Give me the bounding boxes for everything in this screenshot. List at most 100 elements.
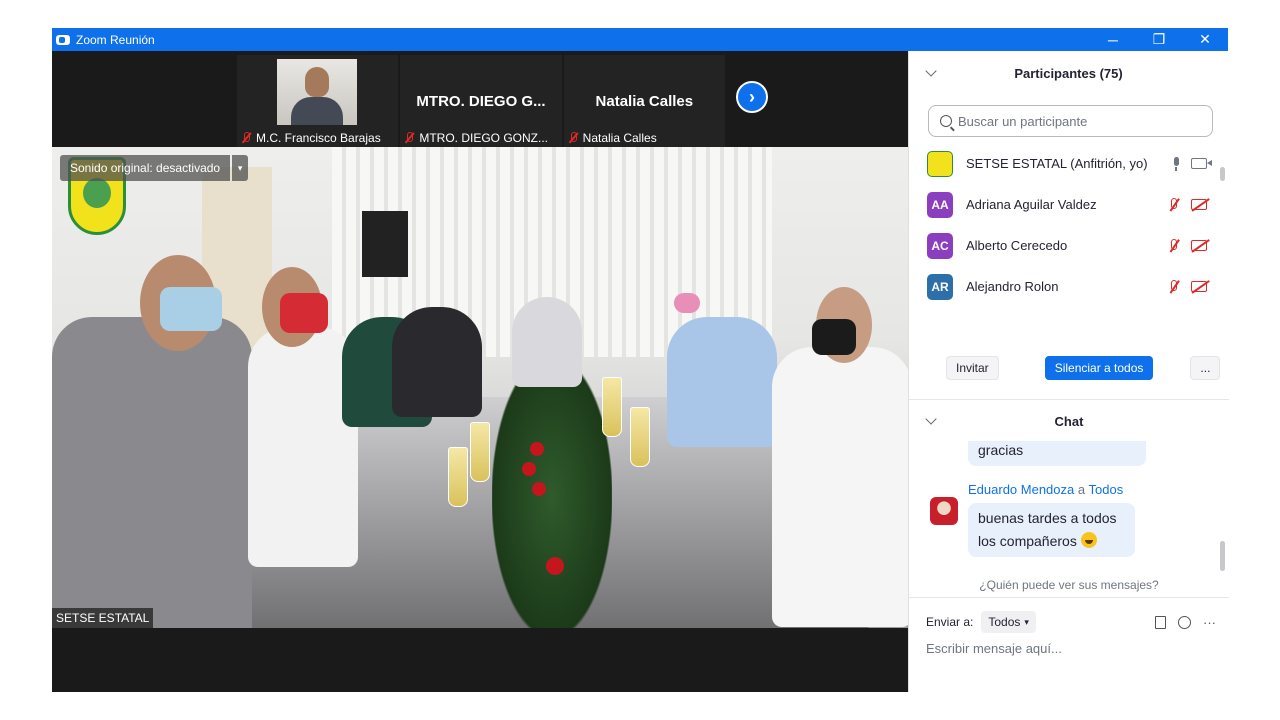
avatar: AA	[927, 191, 953, 218]
chat-scrollbar[interactable]	[1220, 541, 1225, 571]
person	[667, 317, 777, 447]
tile-caption-text: M.C. Francisco Barajas	[256, 131, 381, 145]
tile-caption: MTRO. DIEGO GONZ...	[402, 131, 548, 145]
next-page-arrow-icon[interactable]: ›	[736, 81, 768, 113]
search-icon	[940, 115, 952, 127]
send-to-select[interactable]: Todos ▾	[981, 611, 1036, 633]
mask	[160, 287, 222, 331]
collapse-chevron-icon[interactable]	[925, 65, 937, 77]
participant-row[interactable]: SETSE ESTATAL (Anfitrión, yo)	[909, 143, 1229, 184]
zoom-logo-icon	[56, 34, 70, 45]
send-to-value: Todos	[988, 615, 1021, 629]
mic-icon[interactable]	[1171, 156, 1181, 171]
participant-name: Adriana Aguilar Valdez	[966, 197, 1097, 212]
video-camera-icon[interactable]	[1191, 158, 1212, 169]
video-tile-diego[interactable]: MTRO. DIEGO G... MTRO. DIEGO GONZ...	[400, 55, 562, 147]
original-sound-toggle[interactable]: Sonido original: desactivado ▾	[60, 155, 249, 181]
video-tile-francisco[interactable]: M.C. Francisco Barajas	[237, 55, 399, 147]
speaker	[362, 211, 408, 277]
chat-messages: gracias Eduardo Mendoza a Todos buenas t…	[909, 441, 1229, 569]
collapse-chevron-icon[interactable]	[925, 413, 937, 425]
video-area: M.C. Francisco Barajas MTRO. DIEGO G... …	[52, 51, 908, 692]
muted-mic-icon	[239, 131, 253, 145]
tile-caption: M.C. Francisco Barajas	[239, 131, 381, 145]
tile-caption-text: MTRO. DIEGO GONZ...	[419, 131, 548, 145]
participant-photo	[277, 59, 357, 125]
more-icon[interactable]: ···	[1203, 615, 1216, 630]
muted-mic-icon[interactable]	[1167, 279, 1181, 294]
chat-header: Chat	[909, 401, 1229, 441]
window-title: Zoom Reunión	[76, 32, 155, 47]
minimize-button[interactable]: ─	[1090, 28, 1136, 51]
mute-all-button[interactable]: Silenciar a todos	[1044, 356, 1154, 380]
participant-scrollbar[interactable]	[1220, 167, 1225, 181]
champagne-glass	[470, 422, 490, 482]
search-placeholder: Buscar un participante	[958, 113, 1088, 129]
participant-row[interactable]: AC Alberto Cerecedo	[909, 225, 1229, 266]
video-tile-natalia[interactable]: Natalia Calles Natalia Calles	[563, 55, 725, 147]
muted-mic-icon	[402, 131, 416, 145]
participant-search-input[interactable]: Buscar un participante	[928, 105, 1213, 137]
ornament	[530, 442, 544, 456]
chat-message-line: los compañeros	[978, 533, 1077, 549]
video-off-icon[interactable]	[1191, 240, 1207, 251]
participant-actions: Invitar Silenciar a todos ...	[909, 356, 1229, 380]
chat-sender[interactable]: Eduardo Mendoza	[968, 482, 1074, 497]
video-off-icon[interactable]	[1191, 281, 1207, 292]
close-button[interactable]: ✕	[1182, 28, 1228, 51]
participant-list: SETSE ESTATAL (Anfitrión, yo) AA Adriana…	[909, 143, 1229, 318]
main-video: Sonido original: desactivado ▾ SETSE EST…	[52, 147, 908, 628]
invite-button[interactable]: Invitar	[946, 356, 999, 380]
chat-message-input[interactable]: Escribir mensaje aquí...	[926, 641, 1062, 656]
chevron-down-icon: ▾	[1024, 616, 1029, 627]
mask	[280, 293, 328, 333]
person	[392, 307, 482, 417]
chat-title: Chat	[1054, 413, 1084, 429]
main-video-name-tag: SETSE ESTATAL	[52, 608, 154, 628]
participants-title: Participantes (75)	[1014, 65, 1123, 81]
participant-row[interactable]: AR Alejandro Rolon	[909, 266, 1229, 307]
send-to-label: Enviar a:	[926, 615, 974, 629]
ornament	[522, 462, 536, 476]
who-can-see-link[interactable]: ¿Quién puede ver sus mensajes?	[909, 578, 1229, 592]
file-icon[interactable]	[1155, 615, 1166, 629]
avatar	[930, 497, 958, 525]
person	[772, 347, 908, 627]
participant-name: SETSE ESTATAL (Anfitrión, yo)	[966, 156, 1148, 171]
avatar: AR	[927, 273, 953, 300]
chat-message-line: buenas tardes a todos	[978, 510, 1117, 526]
muted-mic-icon[interactable]	[1167, 197, 1181, 212]
restore-button[interactable]: ❐	[1136, 28, 1182, 51]
ornament	[546, 557, 564, 575]
participant-row[interactable]: AA Adriana Aguilar Valdez	[909, 184, 1229, 225]
divider	[909, 597, 1229, 598]
original-sound-label[interactable]: Sonido original: desactivado	[60, 155, 231, 181]
mask	[674, 293, 700, 313]
grinning-emoji-icon	[1080, 532, 1097, 548]
participant-video-strip: M.C. Francisco Barajas MTRO. DIEGO G... …	[237, 55, 725, 147]
muted-mic-icon	[566, 131, 580, 145]
tile-big-name: Natalia Calles	[595, 93, 694, 110]
more-options-button[interactable]: ...	[1190, 356, 1221, 380]
mask	[812, 319, 856, 355]
garland	[492, 357, 612, 628]
participant-name: Alejandro Rolon	[966, 279, 1059, 294]
participants-header: Participantes (75)	[909, 51, 1228, 95]
video-off-icon[interactable]	[1191, 199, 1207, 210]
side-panel: Participantes (75) Buscar un participant…	[908, 51, 1229, 692]
tile-big-name: MTRO. DIEGO G...	[416, 93, 546, 110]
chat-message-line-2: los compañeros	[978, 530, 1125, 553]
chevron-down-icon[interactable]: ▾	[232, 155, 249, 181]
divider	[909, 399, 1229, 400]
zoom-window: Zoom Reunión ─ ❐ ✕ M.C. Francisco Baraja…	[52, 28, 1229, 692]
muted-mic-icon[interactable]	[1167, 238, 1181, 253]
chat-recipient[interactable]: Todos	[1089, 482, 1124, 497]
tile-caption-text: Natalia Calles	[582, 131, 657, 145]
champagne-glass	[448, 447, 468, 507]
person	[52, 317, 252, 628]
chat-bubble: buenas tardes a todos los compañeros	[968, 503, 1135, 557]
emoji-icon[interactable]	[1178, 615, 1191, 629]
chat-bubble: gracias	[968, 441, 1146, 466]
avatar	[927, 150, 953, 177]
ornament	[532, 482, 546, 496]
